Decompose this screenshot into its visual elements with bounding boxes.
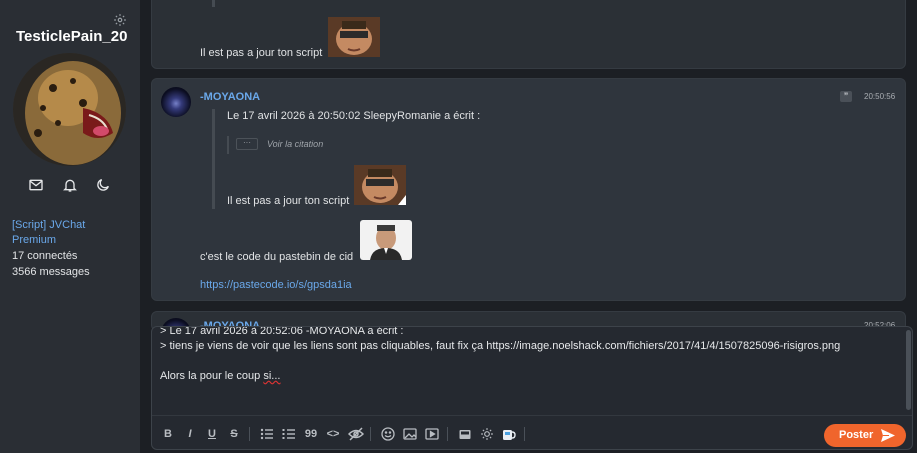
message-card: -MOYAONA ” 20:50:56 Le 17 avril 2026 à 2…	[151, 78, 906, 301]
sticker-picker-icon[interactable]	[458, 427, 472, 441]
code-button[interactable]: <>	[326, 427, 340, 441]
reply-editor[interactable]: > Le 17 avril 2026 à 20:52:06 -MOYAONA a…	[151, 326, 913, 450]
toolbar-separator	[249, 427, 250, 441]
quote-button[interactable]: 99	[304, 427, 318, 441]
emoji-icon[interactable]	[381, 427, 395, 441]
message-time: 20:50:56	[864, 92, 896, 101]
moon-icon[interactable]	[95, 177, 111, 193]
underline-button[interactable]: U	[205, 427, 219, 441]
quoted-text: Il est pas a jour ton script	[227, 195, 350, 207]
connected-count: 17 connectés	[12, 250, 78, 262]
avatar[interactable]	[13, 53, 126, 166]
sticker-image[interactable]	[328, 17, 380, 57]
toolbar-separator	[370, 427, 371, 441]
toolbar-separator	[524, 427, 525, 441]
script-link[interactable]: [Script] JVChat Premium	[12, 218, 122, 248]
toolbar-separator	[447, 427, 448, 441]
bold-button[interactable]: B	[161, 427, 175, 441]
message-author[interactable]: -MOYAONA	[200, 91, 260, 103]
sidebar: TesticlePain_20 [Script] JVChat Premium	[0, 0, 140, 453]
strikethrough-button[interactable]: S	[227, 427, 241, 441]
sidebar-actions	[28, 177, 112, 193]
send-icon	[881, 429, 895, 442]
messages-count: 3566 messages	[12, 266, 90, 278]
editor-line: Alors la pour le coup	[160, 370, 264, 382]
message-text: c'est le code du pastebin de cid	[200, 251, 354, 263]
message-text: Il est pas a jour ton script	[200, 47, 323, 59]
settings-icon[interactable]	[480, 427, 494, 441]
quote-bar	[212, 109, 215, 209]
editor-line: > tiens je viens de voir que les liens s…	[160, 340, 841, 352]
mail-icon[interactable]	[28, 177, 44, 193]
view-quote-link[interactable]: Voir la citation	[267, 139, 323, 149]
quote-header: Le 17 avril 2026 à 20:50:02 SleepyRomani…	[227, 110, 481, 122]
view-quote-dots[interactable]: ···	[236, 138, 258, 150]
gear-icon[interactable]	[113, 13, 127, 27]
mug-icon[interactable]	[502, 427, 516, 441]
italic-button[interactable]: I	[183, 427, 197, 441]
editor-line: > Le 17 avril 2026 à 20:52:06 -MOYAONA a…	[160, 326, 404, 337]
quote-bar	[212, 0, 215, 7]
sticker-image[interactable]	[360, 220, 412, 260]
author-avatar[interactable]	[161, 87, 191, 117]
spoiler-icon[interactable]	[347, 427, 365, 441]
video-icon[interactable]	[425, 427, 439, 441]
post-button[interactable]: Poster	[824, 424, 906, 447]
nested-quote-bar	[227, 136, 229, 154]
toolbar-divider	[152, 415, 912, 416]
bullet-list-icon[interactable]	[260, 427, 274, 441]
message-link[interactable]: https://pastecode.io/s/gpsda1ia	[200, 279, 352, 291]
message-card: Il est pas a jour ton script	[151, 0, 906, 69]
bell-icon[interactable]	[62, 177, 78, 193]
post-button-label: Poster	[839, 429, 874, 441]
numbered-list-icon[interactable]	[282, 427, 296, 441]
editor-line-misspelled: si...	[263, 370, 281, 382]
editor-scrollbar[interactable]	[906, 330, 911, 410]
image-icon[interactable]	[403, 427, 417, 441]
sticker-image[interactable]	[354, 165, 406, 205]
editor-textarea[interactable]: > Le 17 avril 2026 à 20:52:06 -MOYAONA a…	[160, 326, 900, 384]
username: TesticlePain_20	[16, 28, 128, 45]
quote-message-button[interactable]: ”	[840, 91, 852, 102]
